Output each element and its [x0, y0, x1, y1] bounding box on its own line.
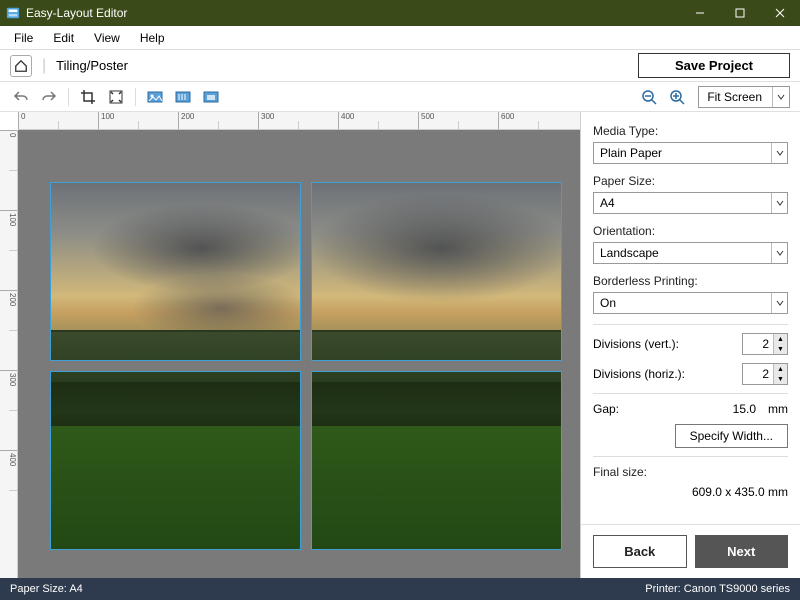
- menu-file[interactable]: File: [4, 29, 43, 47]
- statusbar: Paper Size: A4 Printer: Canon TS9000 ser…: [0, 578, 800, 600]
- status-paper-size: Paper Size: A4: [10, 583, 83, 595]
- breadcrumb-separator: |: [42, 57, 46, 75]
- gap-label: Gap:: [593, 402, 733, 416]
- chevron-down-icon: [771, 193, 787, 213]
- redo-button[interactable]: [38, 86, 60, 108]
- divisions-horiz-label: Divisions (horiz.):: [593, 367, 742, 381]
- breadcrumb-bar: | Tiling/Poster Save Project: [0, 50, 800, 82]
- divisions-vert-label: Divisions (vert.):: [593, 337, 742, 351]
- tile-grid: [50, 182, 562, 550]
- canvas-area: 0100200300400500600 0100200300400: [0, 112, 580, 578]
- spinner-down-icon[interactable]: ▼: [774, 344, 787, 354]
- image-tool-3-button[interactable]: [200, 86, 222, 108]
- menu-view[interactable]: View: [84, 29, 130, 47]
- gap-unit: mm: [768, 402, 788, 416]
- borderless-select[interactable]: On: [593, 292, 788, 314]
- zoom-value: Fit Screen: [699, 87, 773, 107]
- spinner-up-icon[interactable]: ▲: [774, 364, 787, 374]
- orientation-select[interactable]: Landscape: [593, 242, 788, 264]
- zoom-out-button[interactable]: [638, 86, 660, 108]
- fit-button[interactable]: [105, 86, 127, 108]
- specify-width-button[interactable]: Specify Width...: [675, 424, 788, 448]
- zoom-in-button[interactable]: [666, 86, 688, 108]
- menubar: File Edit View Help: [0, 26, 800, 50]
- back-button[interactable]: Back: [593, 535, 687, 568]
- paper-size-select[interactable]: A4: [593, 192, 788, 214]
- next-button[interactable]: Next: [695, 535, 789, 568]
- media-type-select[interactable]: Plain Paper: [593, 142, 788, 164]
- tile-top-left[interactable]: [50, 182, 301, 361]
- spinner-down-icon[interactable]: ▼: [774, 374, 787, 384]
- final-size-value: 609.0 x 435.0 mm: [593, 485, 788, 499]
- tile-bottom-left[interactable]: [50, 371, 301, 550]
- chevron-down-icon: [771, 293, 787, 313]
- minimize-button[interactable]: [680, 0, 720, 26]
- tile-top-right[interactable]: [311, 182, 562, 361]
- paper-size-label: Paper Size:: [593, 174, 788, 188]
- ruler-vertical: 0100200300400: [0, 130, 18, 578]
- menu-help[interactable]: Help: [130, 29, 175, 47]
- spinner-up-icon[interactable]: ▲: [774, 334, 787, 344]
- chevron-down-icon: [771, 143, 787, 163]
- divisions-horiz-spinner[interactable]: 2 ▲▼: [742, 363, 788, 385]
- image-tool-2-button[interactable]: [172, 86, 194, 108]
- breadcrumb-current: Tiling/Poster: [56, 58, 128, 73]
- ruler-horizontal: 0100200300400500600: [18, 112, 580, 130]
- crop-button[interactable]: [77, 86, 99, 108]
- chevron-down-icon: [771, 243, 787, 263]
- maximize-button[interactable]: [720, 0, 760, 26]
- final-size-label: Final size:: [593, 465, 788, 479]
- titlebar: Easy-Layout Editor: [0, 0, 800, 26]
- window-title: Easy-Layout Editor: [26, 6, 680, 20]
- status-printer: Printer: Canon TS9000 series: [645, 583, 790, 595]
- canvas[interactable]: [18, 130, 580, 578]
- zoom-select[interactable]: Fit Screen: [698, 86, 790, 108]
- undo-button[interactable]: [10, 86, 32, 108]
- menu-edit[interactable]: Edit: [43, 29, 84, 47]
- app-icon: [6, 6, 20, 20]
- toolbar: Fit Screen: [0, 82, 800, 112]
- close-button[interactable]: [760, 0, 800, 26]
- image-tool-1-button[interactable]: [144, 86, 166, 108]
- divisions-vert-spinner[interactable]: 2 ▲▼: [742, 333, 788, 355]
- tile-bottom-right[interactable]: [311, 371, 562, 550]
- save-project-button[interactable]: Save Project: [638, 53, 790, 78]
- chevron-down-icon: [773, 87, 789, 107]
- gap-value: 15.0: [733, 402, 756, 416]
- media-type-label: Media Type:: [593, 124, 788, 138]
- borderless-label: Borderless Printing:: [593, 274, 788, 288]
- orientation-label: Orientation:: [593, 224, 788, 238]
- home-button[interactable]: [10, 55, 32, 77]
- sidebar: Media Type: Plain Paper Paper Size: A4 O…: [580, 112, 800, 578]
